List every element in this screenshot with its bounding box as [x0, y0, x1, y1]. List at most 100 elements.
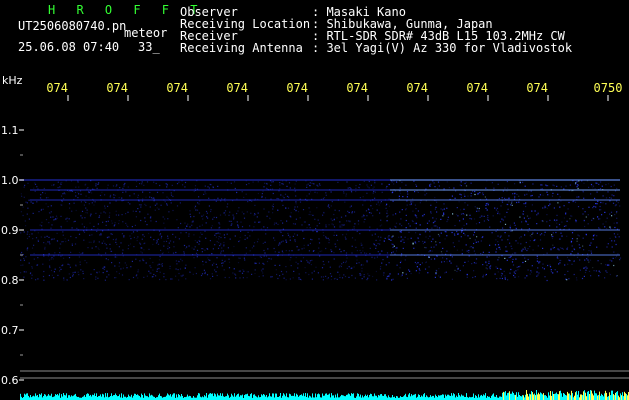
baseline-noise-bar: [378, 395, 379, 400]
baseline-noise-bar: [305, 393, 306, 400]
noise-pixel: [400, 260, 402, 262]
noise-pixel: [221, 259, 223, 261]
baseline-noise-bar: [275, 393, 276, 400]
baseline-noise-bar: [511, 393, 512, 400]
noise-pixel: [418, 268, 420, 270]
noise-pixel: [524, 194, 526, 196]
baseline-noise-bar: [475, 395, 476, 400]
baseline-noise-bar: [602, 395, 603, 400]
noise-pixel: [135, 180, 138, 182]
noise-pixel: [180, 232, 182, 234]
noise-pixel: [504, 232, 506, 234]
noise-pixel: [220, 236, 222, 239]
noise-pixel: [145, 204, 147, 207]
noise-pixel: [86, 212, 88, 214]
noise-pixel: [567, 208, 569, 210]
baseline-noise-bar: [598, 394, 599, 400]
noise-pixel: [41, 221, 43, 223]
noise-pixel: [403, 241, 405, 244]
noise-pixel: [512, 193, 514, 195]
noise-pixel: [470, 195, 472, 197]
noise-pixel: [390, 239, 392, 241]
noise-pixel: [104, 242, 106, 244]
noise-pixel: [204, 185, 206, 187]
noise-pixel: [132, 231, 135, 233]
noise-pixel: [474, 253, 476, 255]
noise-pixel: [388, 262, 390, 264]
baseline-noise-bar: [615, 392, 616, 400]
baseline-noise-bar: [492, 394, 493, 400]
noise-pixel: [609, 226, 611, 228]
noise-pixel: [587, 256, 589, 258]
noise-pixel: [309, 227, 311, 229]
noise-pixel: [84, 184, 86, 186]
noise-pixel: [362, 204, 364, 206]
baseline-noise-bar: [215, 394, 216, 400]
noise-pixel: [501, 273, 503, 275]
noise-pixel: [306, 195, 308, 197]
noise-pixel: [214, 269, 216, 271]
noise-pixel: [434, 196, 436, 199]
noise-pixel: [90, 241, 92, 243]
baseline-noise-bar: [102, 393, 103, 400]
noise-pixel: [50, 258, 52, 260]
noise-pixel: [475, 258, 478, 260]
baseline-noise-bar: [190, 396, 191, 400]
noise-pixel: [606, 246, 608, 248]
noise-pixel: [408, 269, 410, 271]
noise-pixel: [548, 205, 550, 207]
noise-pixel: [204, 191, 206, 193]
noise-pixel: [367, 277, 369, 279]
baseline-noise-bar: [344, 396, 345, 400]
baseline-noise-bar: [299, 395, 300, 400]
baseline-noise-bar: [151, 394, 152, 400]
noise-pixel: [196, 227, 198, 229]
noise-pixel: [215, 263, 217, 265]
noise-pixel: [381, 250, 383, 252]
noise-pixel: [359, 274, 361, 276]
noise-pixel: [202, 214, 205, 216]
noise-pixel: [452, 213, 454, 215]
noise-pixel: [328, 239, 330, 241]
noise-pixel: [215, 271, 217, 273]
baseline-noise-bar: [232, 395, 233, 400]
noise-pixel: [71, 227, 73, 229]
noise-pixel: [336, 234, 338, 236]
noise-pixel: [541, 184, 543, 186]
noise-pixel: [353, 228, 355, 230]
noise-pixel: [499, 248, 501, 250]
noise-pixel: [602, 223, 604, 225]
noise-pixel: [153, 273, 155, 276]
baseline-noise-bar: [483, 394, 484, 400]
noise-pixel: [616, 211, 618, 213]
noise-pixel: [600, 201, 602, 204]
noise-pixel: [355, 187, 357, 189]
noise-pixel: [109, 202, 111, 204]
noise-pixel: [95, 183, 97, 185]
noise-pixel: [410, 203, 412, 205]
noise-pixel: [133, 246, 135, 248]
noise-pixel: [156, 270, 158, 272]
noise-pixel: [487, 202, 489, 204]
noise-pixel: [346, 220, 348, 222]
noise-pixel: [565, 225, 567, 227]
y-tick-label: 0.7: [1, 324, 19, 337]
noise-pixel: [536, 257, 538, 260]
noise-pixel: [115, 239, 117, 241]
baseline-noise-bar: [333, 395, 334, 400]
baseline-noise-bar: [98, 396, 99, 400]
noise-pixel: [217, 185, 219, 187]
noise-pixel: [68, 257, 71, 259]
noise-pixel: [531, 204, 533, 206]
baseline-noise-bar: [27, 393, 28, 400]
noise-pixel: [592, 185, 595, 187]
noise-pixel: [172, 252, 175, 254]
baseline-noise-bar: [146, 396, 147, 400]
baseline-noise-bar: [364, 396, 365, 400]
noise-pixel: [612, 202, 615, 204]
noise-pixel: [258, 262, 260, 264]
noise-pixel: [330, 191, 332, 193]
baseline-noise-bar: [421, 395, 422, 400]
noise-pixel: [521, 221, 523, 223]
noise-pixel: [410, 272, 412, 275]
